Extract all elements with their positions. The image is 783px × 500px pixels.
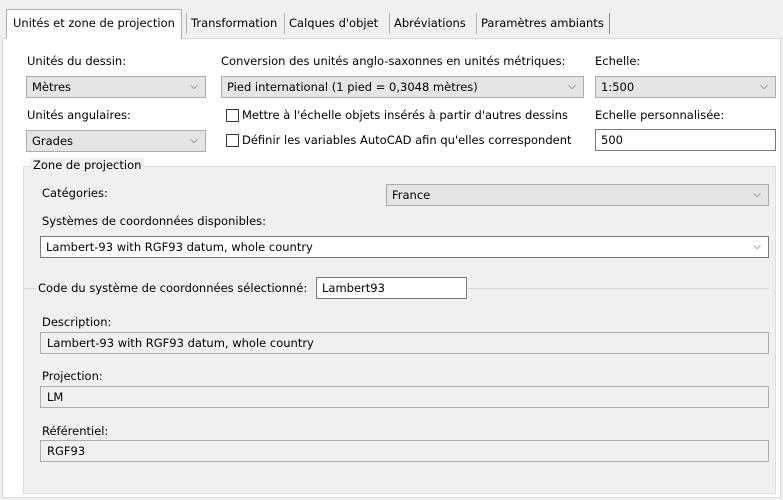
projection-field: LM [40, 386, 769, 408]
chevron-down-icon: ⌵ [568, 81, 576, 92]
drawing-units-label: Unités du dessin: [27, 54, 127, 68]
chevron-down-icon: ⌵ [753, 241, 761, 252]
chevron-down-icon: ⌵ [190, 135, 198, 146]
coordinate-systems-select[interactable]: Lambert-93 with RGF93 datum, whole count… [40, 236, 769, 258]
selected-code-input[interactable]: Lambert93 [316, 277, 467, 299]
scale-inserted-checkbox[interactable] [226, 109, 239, 122]
conversion-select[interactable]: Pied international (1 pied = 0,3048 mètr… [221, 76, 584, 98]
tab-bar: Unités et zone de projection Transformat… [0, 0, 783, 39]
conversion-value: Pied international (1 pied = 0,3048 mètr… [227, 80, 478, 94]
selected-code-label: Code du système de coordonnées sélection… [38, 281, 308, 295]
tab-bar-end-divider [609, 13, 610, 34]
categories-select[interactable]: France ⌵ [386, 184, 769, 206]
conversion-label: Conversion des unités anglo-saxonnes en … [221, 54, 566, 68]
chevron-down-icon: ⌵ [190, 81, 198, 92]
custom-scale-input[interactable]: 500 [595, 129, 776, 151]
description-field: Lambert-93 with RGF93 datum, whole count… [40, 332, 769, 354]
tab-abbreviations[interactable]: Abréviations [389, 13, 470, 34]
code-separator [468, 288, 769, 289]
tab-transformation[interactable]: Transformation [186, 13, 281, 34]
scale-inserted-label: Mettre à l'échelle objets insérés à part… [242, 108, 568, 122]
chevron-down-icon: ⌵ [760, 81, 768, 92]
units-projection-panel: Unités du dessin: Conversion des unités … [2, 38, 781, 498]
categories-label: Catégories: [42, 186, 108, 200]
code-separator-left [24, 288, 36, 289]
autocad-vars-checkbox[interactable] [226, 134, 239, 147]
scale-select[interactable]: 1:500 ⌵ [595, 76, 776, 98]
categories-value: France [392, 188, 431, 202]
custom-scale-label: Echelle personnalisée: [595, 108, 725, 122]
coordinate-systems-label: Systèmes de coordonnées disponibles: [42, 214, 267, 228]
datum-label: Référentiel: [42, 424, 109, 438]
projection-label: Projection: [42, 369, 103, 383]
angular-units-select[interactable]: Grades ⌵ [26, 130, 206, 152]
description-label: Description: [42, 315, 112, 329]
autocad-vars-label: Définir les variables AutoCAD afin qu'el… [242, 133, 572, 147]
projection-zone-title: Zone de projection [30, 158, 145, 172]
angular-units-value: Grades [32, 134, 74, 148]
tab-ambient-settings[interactable]: Paramètres ambiants [476, 13, 608, 34]
chevron-down-icon: ⌵ [753, 189, 761, 200]
tab-units-projection[interactable]: Unités et zone de projection [6, 9, 182, 39]
datum-field: RGF93 [40, 440, 769, 462]
tab-object-layers[interactable]: Calques d'objet [284, 13, 382, 34]
angular-units-label: Unités angulaires: [27, 108, 131, 122]
scale-label: Echelle: [595, 54, 641, 68]
drawing-units-value: Mètres [32, 80, 72, 94]
coordinate-systems-value: Lambert-93 with RGF93 datum, whole count… [46, 240, 313, 254]
drawing-units-select[interactable]: Mètres ⌵ [26, 76, 206, 98]
scale-value: 1:500 [601, 80, 635, 94]
